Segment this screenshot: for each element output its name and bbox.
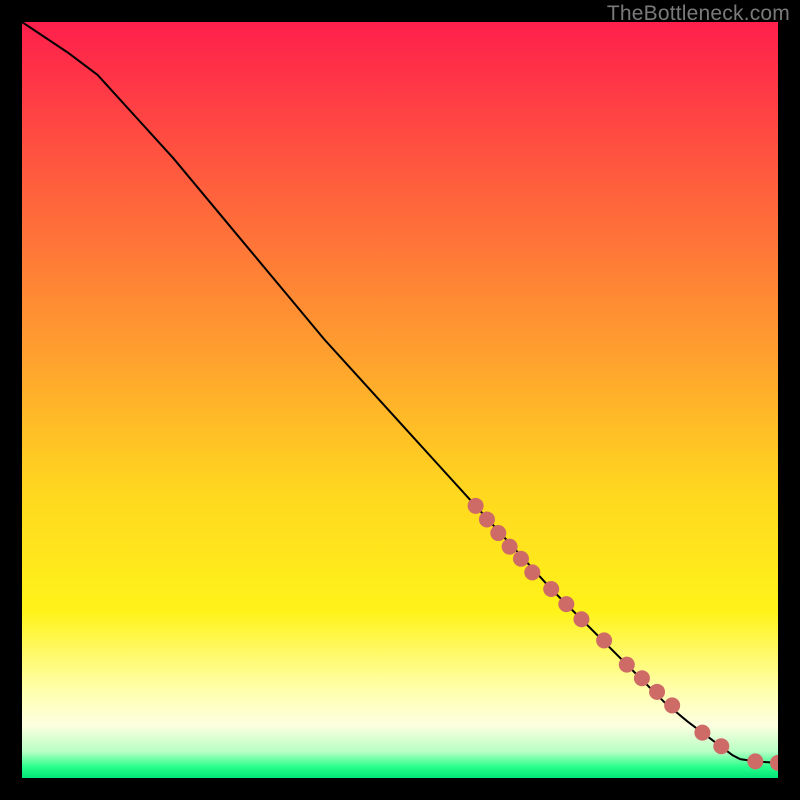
chart-plot-area <box>22 22 778 778</box>
marker-point <box>543 581 559 597</box>
marker-point <box>634 670 650 686</box>
marker-point <box>747 753 763 769</box>
marker-point <box>524 564 540 580</box>
marker-point <box>490 525 506 541</box>
marker-point <box>664 697 680 713</box>
marker-point <box>649 684 665 700</box>
marker-point <box>468 498 484 514</box>
marker-point <box>513 551 529 567</box>
marker-point <box>694 725 710 741</box>
marker-point <box>502 539 518 555</box>
marker-point <box>558 596 574 612</box>
marker-point <box>479 511 495 527</box>
marker-point <box>713 738 729 754</box>
marker-point <box>596 632 612 648</box>
marker-point <box>619 657 635 673</box>
gradient-background <box>22 22 778 778</box>
marker-point <box>573 611 589 627</box>
chart-svg <box>22 22 778 778</box>
